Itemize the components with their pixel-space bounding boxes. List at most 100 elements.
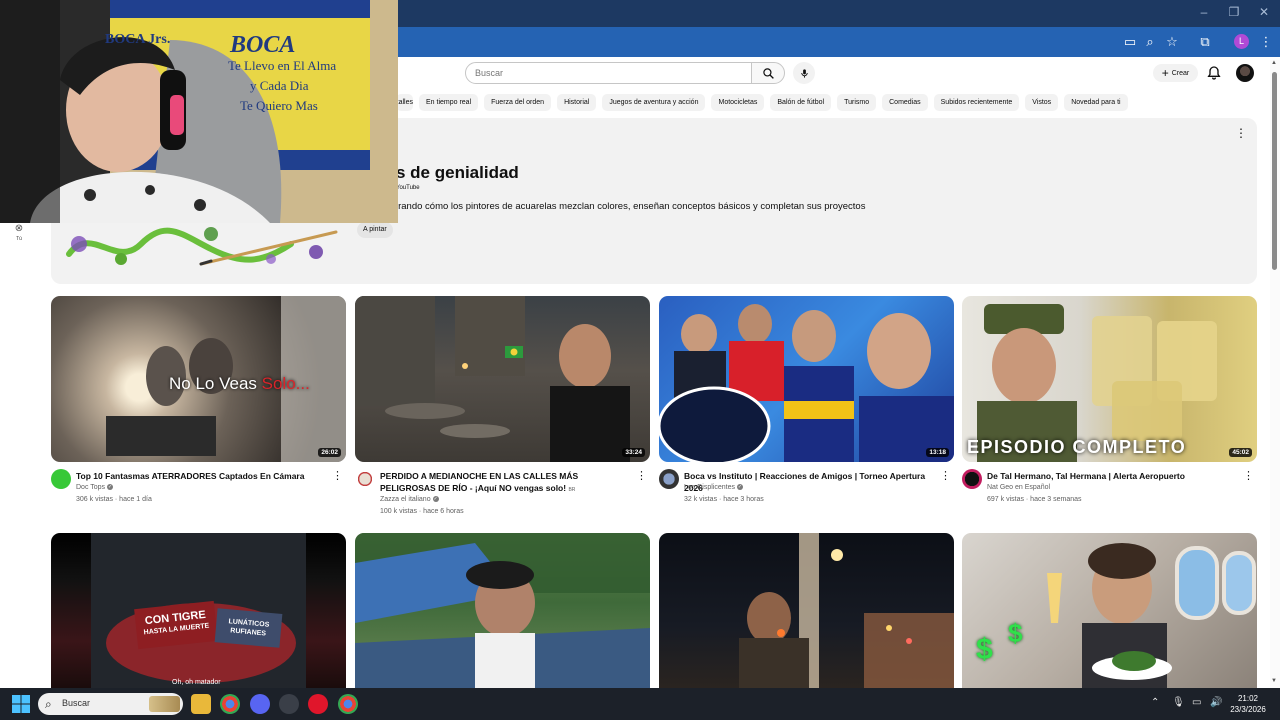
media-player-icon[interactable] (308, 694, 328, 714)
channel-avatar[interactable] (51, 469, 71, 489)
video-thumbnail[interactable]: No Lo Veas Solo... 26:02 (51, 296, 346, 462)
video-stats: 306 k vistas · hace 1 día (76, 496, 152, 503)
video-card[interactable] (355, 533, 650, 688)
video-thumbnail[interactable] (659, 533, 954, 688)
verified-icon: ✓ (107, 484, 114, 491)
video-card[interactable]: No Lo Veas Solo... 26:02 Top 10 Fantasma… (51, 296, 346, 520)
video-stats: 697 k vistas · hace 3 semanas (987, 496, 1082, 503)
promo-title[interactable]: s de genialidad (396, 163, 519, 183)
channel-name[interactable]: Los Displicentes ✓ (684, 484, 743, 491)
video-card[interactable] (659, 533, 954, 688)
more-options-icon[interactable]: ⋮ (332, 469, 343, 482)
scroll-down-icon[interactable]: ▼ (1271, 678, 1277, 684)
chip[interactable]: En tiempo real (419, 94, 479, 111)
bookmark-star-icon[interactable]: ☆ (1163, 33, 1181, 51)
chip[interactable]: Motocicletas (711, 94, 765, 111)
create-label: Crear (1171, 69, 1190, 77)
chip[interactable]: Comedias (882, 94, 928, 111)
chip[interactable]: Vistos (1025, 94, 1059, 111)
chrome-profile-icon[interactable] (338, 694, 358, 714)
video-card[interactable]: CON TIGRE HASTA LA MUERTE LUNÁTICOS RUFIA… (51, 533, 346, 688)
windows-taskbar: ⌕ Buscar ⌃ 🎙 ▭ 🔊 21:02 23/3/2026 (0, 688, 1280, 720)
video-thumbnail[interactable]: $ $ (962, 533, 1257, 688)
obs-icon[interactable] (279, 694, 299, 714)
video-title[interactable]: De Tal Hermano, Tal Hermana | Alerta Aer… (987, 470, 1237, 482)
channel-name[interactable]: Doc Tops ✓ (76, 484, 114, 491)
chip[interactable]: Fuerza del orden (484, 94, 552, 111)
microphone-icon (800, 68, 808, 78)
video-thumbnail[interactable] (355, 533, 650, 688)
search-field[interactable] (465, 62, 752, 84)
video-card[interactable]: 33:24 PERDIDO A MEDIANOCHE EN LAS CALLES… (355, 296, 650, 520)
channel-name[interactable]: Nat Geo en Español (987, 484, 1050, 491)
browser-menu-icon[interactable]: ⋮ (1257, 33, 1275, 51)
browser-profile-avatar[interactable]: L (1234, 34, 1249, 49)
search-icon: ⌕ (45, 697, 52, 711)
video-thumbnail[interactable]: 33:24 (355, 296, 650, 462)
page-scrollbar[interactable]: ▲ ▼ (1270, 60, 1280, 688)
chip[interactable]: Detalles (396, 94, 413, 111)
restore-icon[interactable]: ❐ (1224, 5, 1244, 19)
chip[interactable]: Turismo (837, 94, 877, 111)
channel-name[interactable]: Zazza el italiano ✓ (380, 496, 439, 503)
promo-action-button[interactable]: A pintar (357, 222, 393, 238)
search-input[interactable] (466, 63, 751, 83)
chrome-icon[interactable] (220, 694, 240, 714)
video-duration: 26:02 (318, 448, 341, 457)
search-button[interactable] (751, 62, 785, 84)
video-stats: 100 k vistas · hace 6 horas (380, 508, 464, 515)
microphone-icon[interactable]: 🎙 (1172, 697, 1185, 708)
chip[interactable]: Historial (557, 94, 597, 111)
thumbnail-art (659, 304, 954, 462)
notifications-bell-icon[interactable] (1206, 65, 1222, 81)
chip[interactable]: Novedad para ti (1064, 94, 1128, 111)
channel-avatar[interactable] (962, 469, 982, 489)
video-card[interactable]: 13:18 Boca vs Instituto | Reacciones de … (659, 296, 954, 520)
file-explorer-icon[interactable] (191, 694, 211, 714)
watercolor-illustration (66, 227, 338, 266)
video-thumbnail[interactable]: EPISODIO COMPLETO 45:02 (962, 296, 1257, 462)
chip[interactable]: Balón de fútbol (770, 94, 832, 111)
video-card[interactable]: $ $ (962, 533, 1257, 688)
taskbar-search[interactable]: ⌕ Buscar (38, 693, 183, 715)
screen: – ❐ ✕ ▭ ⌕ ☆ ⧉ ⋮ L + Crear Detalles En ti… (0, 0, 1280, 720)
system-clock[interactable]: 21:02 23/3/2026 (1225, 693, 1271, 715)
minimize-icon[interactable]: – (1194, 5, 1214, 19)
account-avatar[interactable] (1236, 64, 1254, 82)
webcam-overlay: BOCA Jrs. BOCA Te Llevo en El Alma y Cad… (0, 0, 398, 223)
extensions-icon[interactable]: ⧉ (1196, 33, 1214, 51)
windows-start-icon[interactable] (12, 695, 30, 713)
video-duration: 33:24 (622, 448, 645, 457)
banner-text: BOCA Jrs. (105, 32, 171, 47)
more-options-icon[interactable]: ⋮ (940, 469, 951, 482)
video-card[interactable]: EPISODIO COMPLETO 45:02 De Tal Hermano, … (962, 296, 1257, 520)
video-title[interactable]: PERDIDO A MEDIANOCHE EN LAS CALLES MÁS P… (380, 470, 630, 496)
show-hidden-icons-icon[interactable]: ⌃ (1151, 697, 1159, 708)
money-icon: $ (1008, 618, 1023, 648)
display-icon[interactable]: ▭ (1192, 697, 1201, 708)
scrollbar-thumb[interactable] (1272, 72, 1277, 270)
banner-text: BOCA (230, 32, 296, 58)
channel-avatar[interactable] (355, 469, 375, 489)
chip[interactable]: Juegos de aventura y acción (602, 94, 706, 111)
close-icon[interactable]: ✕ (1254, 5, 1274, 19)
chip[interactable]: Subidos recientemente (933, 94, 1020, 111)
more-options-icon[interactable]: ⋮ (1243, 469, 1254, 482)
create-button[interactable]: + Crear (1153, 64, 1198, 82)
channel-avatar[interactable] (659, 469, 679, 489)
more-options-icon[interactable]: ⋮ (636, 469, 647, 482)
thumbnail-art (1047, 543, 1256, 688)
verified-icon: ✓ (736, 484, 743, 491)
promo-channel[interactable]: YouTube (396, 185, 420, 191)
video-thumbnail[interactable]: 13:18 (659, 296, 954, 462)
cast-icon[interactable]: ▭ (1121, 33, 1139, 51)
volume-icon[interactable]: 🔊 (1210, 697, 1222, 708)
voice-search-button[interactable] (793, 62, 815, 84)
discord-icon[interactable] (250, 694, 270, 714)
video-thumbnail[interactable]: CON TIGRE HASTA LA MUERTE LUNÁTICOS RUFIA… (51, 533, 346, 688)
clock-date: 23/3/2026 (1230, 705, 1266, 714)
more-options-icon[interactable]: ⋮ (1235, 126, 1247, 140)
scroll-up-icon[interactable]: ▲ (1271, 60, 1277, 66)
zoom-icon[interactable]: ⌕ (1141, 33, 1159, 51)
video-title[interactable]: Top 10 Fantasmas ATERRADORES Captados En… (76, 470, 326, 482)
